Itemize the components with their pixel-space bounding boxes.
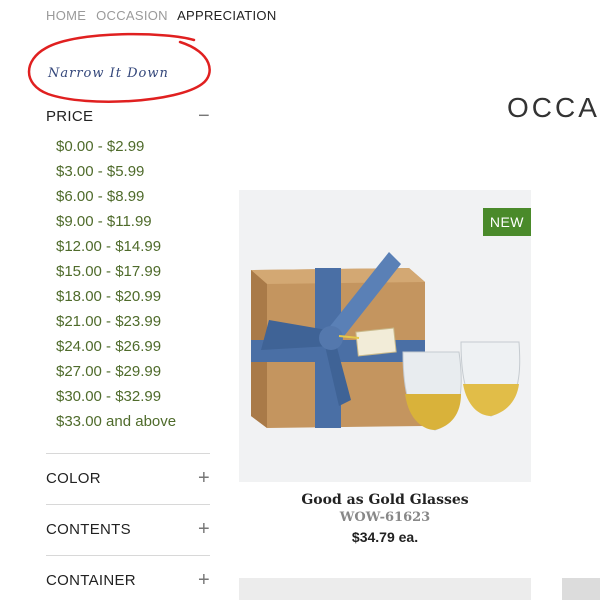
filter-container-label: CONTAINER	[46, 571, 136, 589]
price-range-option[interactable]: $6.00 - $8.99	[56, 184, 176, 209]
next-product-card-right[interactable]	[562, 578, 600, 600]
filter-contents-label: CONTENTS	[46, 520, 131, 538]
filter-container-header[interactable]: CONTAINER +	[46, 570, 210, 590]
price-range-option[interactable]: $15.00 - $17.99	[56, 259, 176, 284]
expand-icon[interactable]: +	[198, 468, 210, 488]
price-range-option[interactable]: $33.00 and above	[56, 409, 176, 434]
filter-contents-header[interactable]: CONTENTS +	[46, 519, 210, 539]
sidebar-divider	[46, 504, 210, 505]
filter-color-header[interactable]: COLOR +	[46, 468, 210, 488]
expand-icon[interactable]: +	[198, 519, 210, 539]
sidebar-divider	[46, 453, 210, 454]
breadcrumb: HOME OCCASION APPRECIATION	[46, 8, 283, 23]
collapse-icon[interactable]: −	[198, 106, 210, 126]
breadcrumb-occasion[interactable]: OCCASION	[96, 8, 168, 23]
next-product-card[interactable]	[239, 578, 531, 600]
price-range-option[interactable]: $30.00 - $32.99	[56, 384, 176, 409]
expand-icon[interactable]: +	[198, 570, 210, 590]
breadcrumb-current: APPRECIATION	[177, 8, 277, 23]
price-range-option[interactable]: $0.00 - $2.99	[56, 134, 176, 159]
sidebar-divider	[46, 555, 210, 556]
price-range-option[interactable]: $21.00 - $23.99	[56, 309, 176, 334]
price-range-option[interactable]: $27.00 - $29.99	[56, 359, 176, 384]
price-range-option[interactable]: $24.00 - $26.99	[56, 334, 176, 359]
price-range-option[interactable]: $18.00 - $20.99	[56, 284, 176, 309]
breadcrumb-home[interactable]: HOME	[46, 8, 86, 23]
product-card[interactable]: NEW Good as Gold Glasses WOW-61623 $34.7…	[239, 190, 531, 545]
price-range-option[interactable]: $9.00 - $11.99	[56, 209, 176, 234]
product-image[interactable]: NEW	[239, 190, 531, 482]
filter-color-label: COLOR	[46, 469, 101, 487]
product-price: $34.79 ea.	[351, 529, 419, 545]
narrow-it-down-title: Narrow It Down	[48, 66, 169, 81]
filter-price-label: PRICE	[46, 107, 94, 125]
product-name[interactable]: Good as Gold Glasses	[239, 492, 531, 508]
filter-price-header[interactable]: PRICE −	[46, 106, 210, 126]
price-range-option[interactable]: $12.00 - $14.99	[56, 234, 176, 259]
price-range-option[interactable]: $3.00 - $5.99	[56, 159, 176, 184]
new-badge: NEW	[482, 208, 531, 236]
product-sku: WOW-61623	[339, 510, 431, 525]
page-title: OCCA	[507, 92, 600, 123]
price-range-list: $0.00 - $2.99 $3.00 - $5.99 $6.00 - $8.9…	[56, 134, 176, 434]
